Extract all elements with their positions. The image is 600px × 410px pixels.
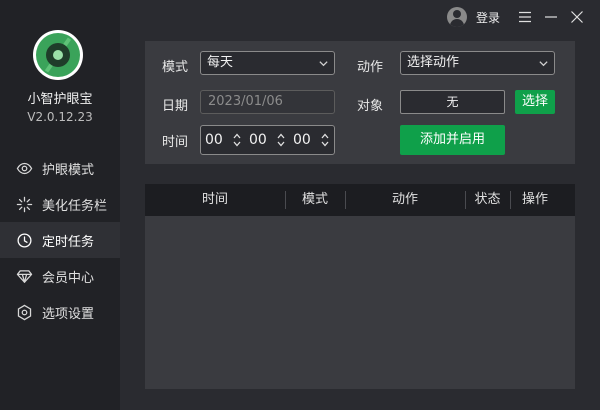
column-header-mode: 模式 bbox=[285, 184, 345, 216]
sidebar-item-settings[interactable]: 选项设置 bbox=[0, 294, 120, 330]
date-input[interactable]: 2023/01/06 bbox=[200, 90, 335, 114]
column-header-time: 时间 bbox=[201, 192, 228, 207]
chevron-down-icon bbox=[321, 141, 329, 147]
task-table-header: 时间 模式 动作 状态 操作 bbox=[145, 184, 575, 216]
chevron-down-icon bbox=[319, 61, 328, 67]
time-label: 时间 bbox=[162, 135, 189, 150]
chevron-up-icon bbox=[233, 133, 241, 139]
chevron-down-icon bbox=[233, 141, 241, 147]
sidebar-item-label: 定时任务 bbox=[42, 234, 95, 250]
app-version: V2.0.12.23 bbox=[27, 110, 93, 124]
eye-icon bbox=[16, 162, 33, 174]
hour-stepper[interactable] bbox=[233, 132, 241, 148]
avatar[interactable] bbox=[446, 7, 467, 27]
add-and-enable-button[interactable]: 添加并启用 bbox=[400, 125, 505, 155]
action-select[interactable]: 选择动作 bbox=[400, 51, 555, 75]
sidebar-item-eye-mode[interactable]: 护眼模式 bbox=[0, 150, 120, 186]
chevron-up-icon bbox=[321, 133, 329, 139]
minimize-icon bbox=[545, 16, 557, 18]
mode-select-value: 每天 bbox=[207, 55, 234, 70]
chevron-down-icon bbox=[277, 141, 285, 147]
column-header-status: 状态 bbox=[465, 184, 510, 216]
target-field: 无 bbox=[400, 90, 505, 114]
sidebar-item-taskbar[interactable]: 美化任务栏 bbox=[0, 186, 120, 222]
action-select-value: 选择动作 bbox=[407, 55, 460, 70]
select-target-button[interactable]: 选择 bbox=[515, 90, 555, 114]
second-value: 00 bbox=[293, 132, 311, 148]
title-bar: 登录 bbox=[446, 0, 600, 34]
hour-value: 00 bbox=[205, 132, 223, 148]
app-window: 小智护眼宝 V2.0.12.23 护眼模式 美化任务栏 定时任务 会员中心 选项… bbox=[0, 0, 600, 410]
sidebar-item-member-center[interactable]: 会员中心 bbox=[0, 258, 120, 294]
minute-stepper[interactable] bbox=[277, 132, 285, 148]
mode-label: 模式 bbox=[162, 60, 189, 75]
time-picker[interactable]: 00 00 00 bbox=[200, 125, 335, 155]
sidebar-item-label: 美化任务栏 bbox=[42, 198, 108, 214]
sidebar-item-label: 护眼模式 bbox=[42, 162, 95, 178]
menu-button[interactable] bbox=[512, 0, 538, 34]
clock-icon bbox=[17, 232, 32, 248]
chevron-up-icon bbox=[277, 133, 285, 139]
sidebar: 小智护眼宝 V2.0.12.23 护眼模式 美化任务栏 定时任务 会员中心 选项… bbox=[0, 0, 120, 410]
close-button[interactable] bbox=[564, 0, 590, 34]
hour-field[interactable]: 00 bbox=[205, 132, 241, 148]
settings-icon bbox=[17, 304, 32, 320]
second-stepper[interactable] bbox=[321, 132, 329, 148]
action-label: 动作 bbox=[357, 60, 384, 75]
task-form-panel: 模式 每天 动作 选择动作 日期 2023/01/06 对象 无 选择 时间 0… bbox=[145, 41, 575, 164]
chevron-down-icon bbox=[539, 61, 548, 67]
close-icon bbox=[571, 11, 583, 23]
task-table-body bbox=[145, 216, 575, 389]
target-label: 对象 bbox=[357, 99, 384, 114]
minimize-button[interactable] bbox=[538, 0, 564, 34]
sidebar-nav: 护眼模式 美化任务栏 定时任务 会员中心 选项设置 bbox=[0, 150, 120, 330]
minute-value: 00 bbox=[249, 132, 267, 148]
app-name: 小智护眼宝 bbox=[27, 92, 93, 107]
minute-field[interactable]: 00 bbox=[249, 132, 285, 148]
app-logo-icon bbox=[33, 30, 83, 80]
mode-select[interactable]: 每天 bbox=[200, 51, 335, 75]
sidebar-item-label: 会员中心 bbox=[42, 270, 95, 286]
column-header-action: 动作 bbox=[345, 184, 465, 216]
date-label: 日期 bbox=[162, 99, 189, 114]
second-field[interactable]: 00 bbox=[293, 132, 329, 148]
column-header-operation: 操作 bbox=[510, 184, 560, 216]
sparkle-icon bbox=[16, 196, 33, 212]
menu-icon bbox=[519, 11, 531, 23]
sidebar-item-scheduled-task[interactable]: 定时任务 bbox=[0, 222, 120, 258]
sidebar-item-label: 选项设置 bbox=[42, 306, 95, 322]
diamond-icon bbox=[16, 269, 33, 283]
login-link[interactable]: 登录 bbox=[476, 9, 500, 26]
